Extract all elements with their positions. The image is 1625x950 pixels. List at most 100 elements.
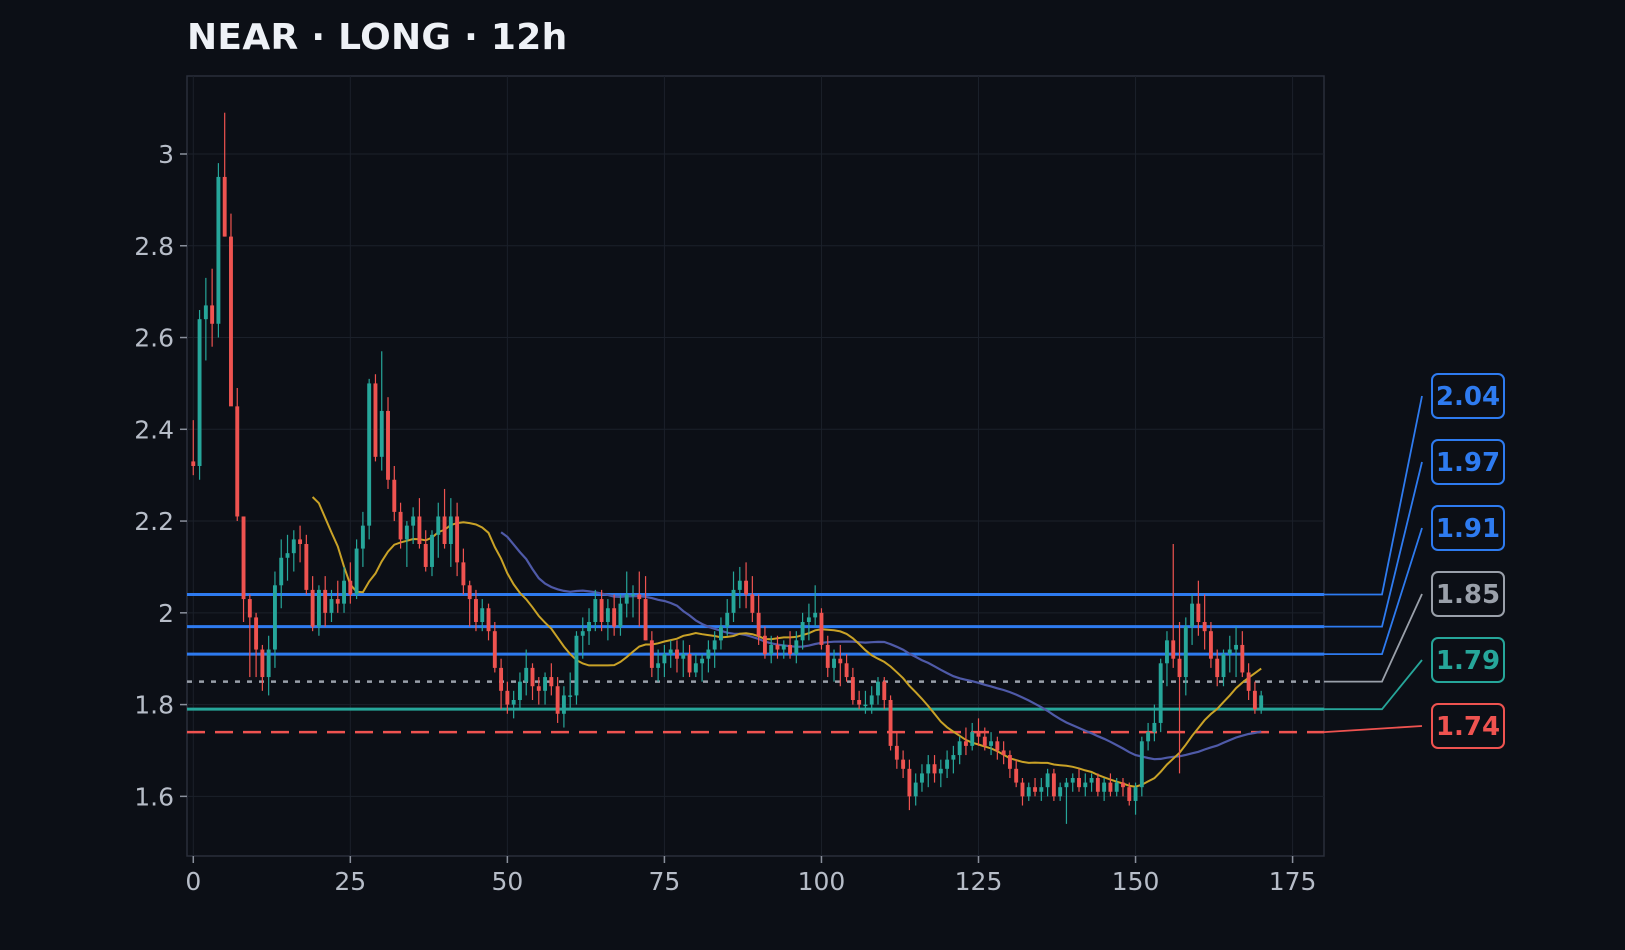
y-tick-label: 3 (158, 140, 174, 169)
candle-body (329, 599, 334, 613)
candle-body (1252, 690, 1257, 710)
candle-body (1083, 782, 1088, 788)
candle-body (304, 544, 309, 590)
candle-body (247, 599, 252, 618)
candle-body (386, 410, 390, 480)
take-profit-3-leader (1324, 395, 1423, 596)
candle-body (1158, 663, 1163, 723)
candle-body (976, 732, 981, 737)
candle-body (1020, 782, 1025, 797)
candle-body (1114, 782, 1119, 792)
candle-body (624, 594, 629, 604)
candle-body (681, 654, 686, 659)
candle-body (266, 649, 271, 678)
candle-body (1070, 778, 1075, 783)
candle (197, 310, 202, 480)
candle-body (781, 644, 786, 650)
candle (888, 695, 893, 751)
candle-body (938, 768, 943, 774)
candle-body (756, 612, 761, 636)
candle-body (210, 305, 215, 324)
candle-body (970, 732, 975, 746)
candle-body (769, 644, 774, 655)
candle-body (1139, 741, 1144, 788)
candle (1158, 658, 1163, 733)
candle-body (524, 667, 529, 682)
candle-body (272, 585, 277, 650)
candle-body (832, 658, 836, 668)
candle-body (1240, 644, 1245, 673)
candle-body (825, 644, 830, 668)
candle-body (750, 594, 755, 613)
candle-body (1045, 773, 1050, 788)
candle-body (254, 617, 259, 650)
candle-body (907, 768, 912, 797)
candle-body (580, 631, 585, 636)
candle-body (436, 516, 441, 535)
candle-body (423, 544, 428, 567)
x-tick-label: 100 (798, 867, 846, 896)
candle-body (693, 663, 698, 673)
candle-body (486, 608, 491, 632)
candle-body (1102, 782, 1107, 792)
candle-body (1208, 631, 1213, 659)
candle-body (543, 677, 548, 691)
candle-body (1165, 640, 1169, 664)
y-tick-label: 2.6 (134, 324, 174, 353)
candle-body (1215, 658, 1220, 678)
candle-body (901, 759, 906, 769)
candle-body (216, 176, 221, 324)
candle-body (342, 580, 346, 604)
candle-body (474, 599, 478, 622)
candle-body (467, 585, 472, 600)
candle-body (731, 589, 736, 613)
candle-body (191, 461, 196, 466)
candle-body (945, 759, 950, 769)
candle-body (1077, 778, 1081, 788)
candle-body (316, 589, 321, 627)
candle-body (222, 176, 227, 237)
candle-body (1108, 782, 1113, 792)
candle-body (712, 640, 717, 650)
candle-body (404, 525, 409, 540)
plot-area (186, 75, 1325, 857)
candle-body (1196, 603, 1201, 622)
candle-body (1014, 768, 1019, 783)
candle-body (1026, 787, 1031, 797)
candle-body (505, 690, 510, 705)
candle-body (291, 539, 296, 554)
candle-body (511, 700, 516, 705)
candle-body (561, 695, 566, 714)
candle-body (1152, 722, 1157, 733)
candle-body (744, 580, 749, 595)
candle-body (668, 649, 673, 655)
candle-body (794, 640, 799, 655)
x-tick-label: 75 (649, 867, 681, 896)
candle-body (499, 667, 504, 691)
candle-body (788, 644, 792, 655)
candle-body (926, 764, 931, 774)
candle-body (574, 635, 579, 696)
candle-body (1146, 732, 1151, 742)
candle-body (737, 580, 742, 590)
candle (373, 374, 378, 462)
candle-body (360, 525, 365, 549)
candle-body (1221, 654, 1226, 678)
candle-body (1183, 626, 1188, 678)
take-profit-2-leader (1324, 461, 1423, 628)
candle-body (687, 654, 692, 673)
candle-body (298, 539, 303, 544)
candle-body (1007, 755, 1012, 769)
y-tick-label: 1.6 (134, 782, 174, 811)
candle-body (373, 383, 378, 457)
candle (386, 397, 390, 489)
candle (216, 163, 221, 338)
candle-body (957, 741, 962, 756)
candle-body (1051, 773, 1056, 797)
candle-body (857, 700, 862, 705)
candle-body (323, 589, 328, 613)
candle-body (932, 764, 937, 774)
candle-body (455, 516, 460, 563)
candle-body (1058, 787, 1063, 797)
candle-body (706, 649, 711, 659)
